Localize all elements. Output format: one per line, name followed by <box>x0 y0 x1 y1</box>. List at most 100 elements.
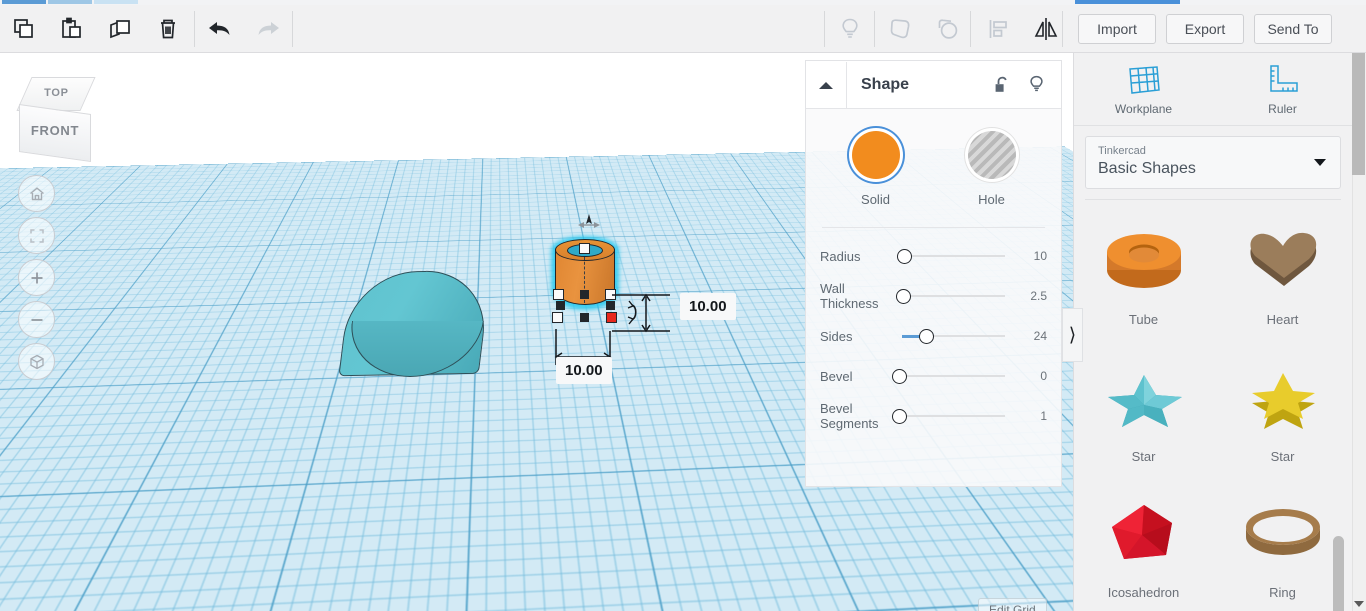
shape-grid-scroll-thumb[interactable] <box>1333 536 1344 611</box>
paste-button[interactable] <box>48 5 96 52</box>
slider-sides-value: 24 <box>1033 329 1047 343</box>
edit-grid-row: Edit Grid <box>978 598 1047 611</box>
ortho-toggle-button[interactable] <box>18 343 55 380</box>
shape-lock-button[interactable] <box>985 62 1019 108</box>
slider-radius-track[interactable] <box>892 248 1017 264</box>
shape-item-star-pointed[interactable]: Star <box>1074 347 1213 476</box>
shape-mode-hole[interactable]: Hole <box>957 131 1027 207</box>
sidebar-tool-workplane[interactable]: Workplane <box>1074 53 1213 125</box>
view-cube-top-label: TOP <box>44 87 69 99</box>
slider-radius-label: Radius <box>820 248 861 264</box>
shape-item-icosahedron[interactable]: Icosahedron <box>1074 483 1213 611</box>
shape-panel-collapse-button[interactable] <box>806 61 847 108</box>
slider-bevel-track[interactable] <box>892 368 1017 384</box>
zoom-out-button[interactable] <box>18 301 55 338</box>
chevron-up-icon <box>817 79 835 91</box>
group-button[interactable] <box>876 5 924 52</box>
hole-swatch <box>967 131 1016 179</box>
shape-mode-solid-label: Solid <box>861 192 890 207</box>
sidebar-tool-ruler-label: Ruler <box>1268 101 1297 116</box>
import-button[interactable]: Import <box>1078 13 1156 44</box>
fit-view-button[interactable] <box>18 217 55 254</box>
copy-button[interactable] <box>0 5 48 52</box>
slider-bevel-segments-value: 1 <box>1040 409 1047 423</box>
page-scroll-down-arrow[interactable] <box>1354 601 1364 607</box>
dimension-height-label[interactable]: 10.00 <box>680 293 736 320</box>
chrome-seg-1 <box>2 0 46 4</box>
shape-item-icosahedron-label: Icosahedron <box>1107 585 1180 601</box>
align-icon <box>985 16 1011 42</box>
slider-sides-track[interactable] <box>892 328 1017 344</box>
slider-radius-knob[interactable] <box>897 249 912 264</box>
duplicate-button[interactable] <box>96 5 144 52</box>
page-scrollbar-thumb[interactable] <box>1352 53 1365 175</box>
redo-button[interactable] <box>244 5 292 52</box>
shape-library-select[interactable]: Tinkercad Basic Shapes <box>1085 136 1341 189</box>
slider-bevel-segments-track[interactable] <box>892 408 1017 424</box>
slider-wall-thickness-knob[interactable] <box>896 289 911 304</box>
chrome-seg-2 <box>48 0 92 4</box>
shape-item-star-flat-label: Star <box>1270 448 1295 464</box>
slider-bevel-knob[interactable] <box>892 369 907 384</box>
shape-library-value: Basic Shapes <box>1098 160 1196 177</box>
view-cube-front-face[interactable]: FRONT <box>19 103 91 163</box>
ungroup-button[interactable] <box>924 5 972 52</box>
slider-bevel-segments-label: Bevel Segments <box>820 401 879 431</box>
ring-shape-icon <box>1213 483 1352 583</box>
caret-down-icon <box>1314 159 1326 166</box>
view-cube[interactable]: TOP FRONT <box>16 77 108 167</box>
undo-button[interactable] <box>196 5 244 52</box>
copy-icon <box>11 16 37 42</box>
rotate-gizmo-top[interactable] <box>574 213 604 235</box>
toolbar-divider-6 <box>1062 11 1063 47</box>
shape-mode-selector: Solid Hole <box>806 109 1061 207</box>
slider-bevel-segments-knob[interactable] <box>892 409 907 424</box>
shape-mode-solid[interactable]: Solid <box>841 131 911 207</box>
slider-bevel-segments: Bevel Segments 1 <box>806 396 1061 436</box>
undo-icon <box>206 17 234 41</box>
toolbar-divider-2 <box>292 11 293 47</box>
shape-sliders: Radius 1 0 Wall Thickness 2.5 Sides 24 Be… <box>806 228 1061 436</box>
ruler-icon <box>1265 63 1301 97</box>
shape-item-star-pointed-label: Star <box>1131 448 1156 464</box>
track-line <box>902 255 1005 257</box>
slider-wall-thickness-track[interactable] <box>892 288 1017 304</box>
chrome-seg-3 <box>94 0 138 4</box>
align-button[interactable] <box>974 5 1022 52</box>
hint-button[interactable] <box>826 5 874 52</box>
shape-library-kicker: Tinkercad <box>1098 145 1146 157</box>
delete-button[interactable] <box>144 5 192 52</box>
send-to-button[interactable]: Send To <box>1254 13 1332 44</box>
slider-wall-thickness-value: 2.5 <box>1030 289 1047 303</box>
page-scrollbar[interactable] <box>1352 53 1366 611</box>
shape-item-ring[interactable]: Ring <box>1213 483 1352 611</box>
shape-panel-header: Shape <box>806 61 1061 109</box>
edit-grid-button[interactable]: Edit Grid <box>978 598 1047 611</box>
shape-library-grid: Tube Heart Star Star Icosahedron Ring <box>1074 200 1352 611</box>
sidebar-divider-1 <box>1074 125 1352 126</box>
sidebar-tool-ruler[interactable]: Ruler <box>1213 53 1352 125</box>
shape-item-star-flat[interactable]: Star <box>1213 347 1352 476</box>
panel-collapse-tab[interactable]: ⟩ <box>1062 308 1083 362</box>
shape-item-tube-label: Tube <box>1128 312 1159 327</box>
toolbar-divider-1 <box>194 11 195 47</box>
trash-icon <box>155 16 181 42</box>
shape-panel-title: Shape <box>861 75 910 93</box>
zoom-in-button[interactable] <box>18 259 55 296</box>
slider-sides-knob[interactable] <box>919 329 934 344</box>
slider-bevel-value: 0 <box>1040 369 1047 383</box>
shape-item-heart[interactable]: Heart <box>1213 210 1352 339</box>
sidebar-tools: Workplane Ruler <box>1074 53 1352 125</box>
dimension-width-label[interactable]: 10.00 <box>556 357 612 384</box>
icosahedron-shape-icon <box>1074 483 1213 583</box>
cube-icon <box>28 353 46 371</box>
home-view-button[interactable] <box>18 175 55 212</box>
mirror-icon <box>1031 15 1061 43</box>
shape-item-tube[interactable]: Tube <box>1074 210 1213 339</box>
shape-hint-button[interactable] <box>1019 62 1053 108</box>
track-line <box>902 295 1005 297</box>
slider-sides: Sides 24 <box>806 316 1061 356</box>
slider-wall-thickness-label: Wall Thickness <box>820 281 879 311</box>
export-button[interactable]: Export <box>1166 13 1244 44</box>
slider-sides-label: Sides <box>820 328 853 344</box>
